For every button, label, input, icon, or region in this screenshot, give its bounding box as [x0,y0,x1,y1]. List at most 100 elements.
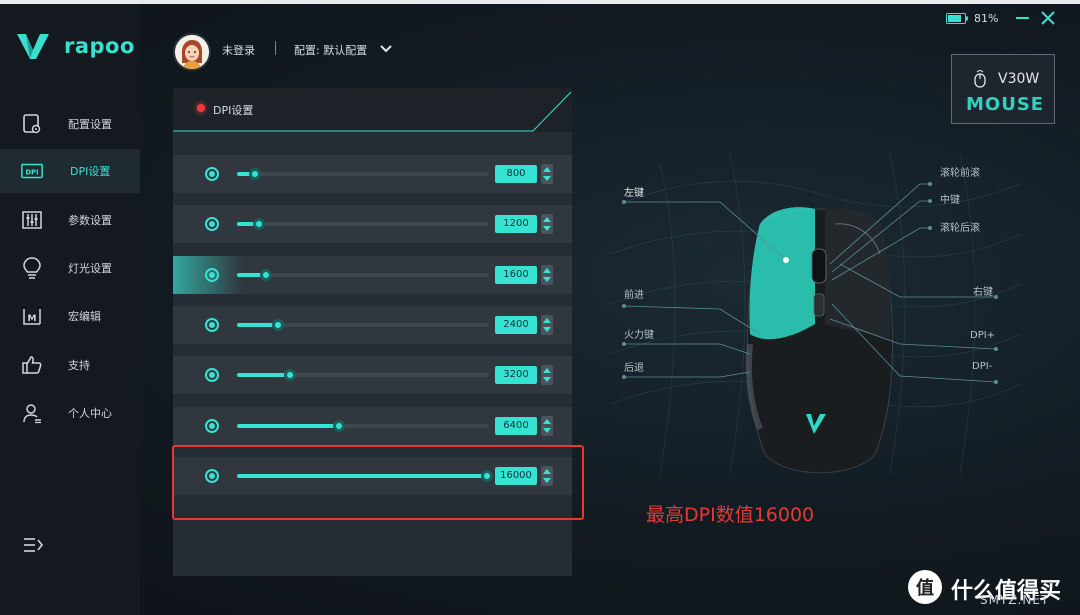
status-dot-icon [197,104,205,112]
sidebar-item-parameter-settings[interactable]: 参数设置 [0,198,140,242]
dpi-slider[interactable] [237,268,489,281]
avatar-face-icon [175,35,209,69]
highlight-box [172,445,584,520]
sidebar: rapoo 配置设置 DPI DPI设置 参数设置 灯光设置 M 宏编辑 支持 … [0,4,140,615]
sidebar-item-dpi-settings[interactable]: DPI DPI设置 [0,149,140,193]
annotation-text: 最高DPI数值16000 [646,504,815,526]
app-window: rapoo 配置设置 DPI DPI设置 参数设置 灯光设置 M 宏编辑 支持 … [0,4,1080,615]
dpi-stepper[interactable] [541,415,553,436]
dpi-slider[interactable] [237,318,489,331]
dpi-level-row[interactable]: 3200 [173,356,572,395]
dpi-slider[interactable] [237,168,489,180]
panel-title: DPI设置 [213,104,254,117]
dpi-value-input[interactable]: 6400 [495,416,537,435]
svg-text:值: 值 [916,577,934,599]
menu-icon[interactable] [22,534,44,556]
dpi-slider[interactable] [237,218,489,231]
chevron-down-icon[interactable] [380,44,392,54]
dpi-slider-handle[interactable] [333,419,346,432]
sidebar-item-macro-editor[interactable]: M 宏编辑 [0,294,140,338]
dpi-value-input[interactable]: 2400 [495,315,537,334]
sidebar-item-label: 配置设置 [68,118,112,131]
dpi-level-radio[interactable] [205,418,219,433]
dpi-slider-handle[interactable] [284,369,297,382]
dpi-stepper[interactable] [541,164,553,184]
sidebar-item-support[interactable]: 支持 [0,343,140,387]
dpi-stepper[interactable] [541,264,553,285]
dpi-slider-handle[interactable] [271,318,284,331]
dpi-slider-fill [237,423,336,428]
dpi-slider-handle[interactable] [259,268,272,281]
dpi-slider[interactable] [237,369,489,382]
callout-forward: 前进 [624,290,644,301]
thumbs-up-icon [20,353,44,377]
dpi-level-radio[interactable] [205,267,219,282]
battery-percentage: 81% [974,12,999,25]
dpi-stepper[interactable] [541,214,553,235]
sidebar-item-label: 灯光设置 [68,262,112,275]
callout-scroll-up: 滚轮前滚 [940,168,980,179]
callout-dpi-plus: DPI+ [970,330,996,341]
battery-icon [946,13,968,24]
callout-fire-key: 火力键 [624,330,654,341]
dpi-level-radio[interactable] [205,368,219,383]
sidebar-item-label: 个人中心 [68,407,112,420]
dpi-slider-handle[interactable] [249,168,261,180]
dpi-value-input[interactable]: 1200 [495,215,537,234]
dpi-level-row[interactable]: 1200 [173,205,572,244]
device-badge[interactable]: V30W MOUSE [951,54,1055,124]
login-status[interactable]: 未登录 [222,42,255,58]
dpi-slider-fill [237,373,287,378]
dpi-stepper[interactable] [541,365,553,386]
svg-text:DPI: DPI [25,169,38,177]
dpi-value-input[interactable]: 1600 [495,265,537,284]
device-type: MOUSE [966,94,1045,115]
watermark-subtext: SMYZ.NET [980,593,1050,607]
rapoo-v-logo-icon [17,34,49,59]
dpi-value-input[interactable]: 800 [495,165,537,183]
callout-left-button: 左键 [624,188,644,199]
sidebar-item-profile-settings[interactable]: 配置设置 [0,102,140,146]
dpi-slider-fill [237,322,274,327]
dpi-value-input[interactable]: 3200 [495,366,537,385]
minimize-button[interactable] [1016,17,1029,19]
svg-text:M: M [28,314,37,324]
wireless-mouse-icon [974,70,986,88]
dpi-slider-handle[interactable] [253,218,266,231]
avatar[interactable] [173,33,211,71]
dpi-level-row[interactable]: 800 [173,155,572,193]
callout-scroll-down: 滚轮后滚 [940,223,980,234]
macro-icon: M [20,304,44,328]
dpi-level-radio[interactable] [205,167,219,181]
dpi-slider[interactable] [237,419,489,432]
mouse-diagram [609,153,1021,475]
sidebar-item-user-center[interactable]: 个人中心 [0,391,140,435]
callout-right-button: 右键 [973,287,993,298]
callout-back: 后退 [624,363,644,374]
sidebar-item-label: DPI设置 [70,165,111,178]
dpi-level-row[interactable]: 2400 [173,305,572,344]
profile-selector-label[interactable]: 配置: 默认配置 [294,42,367,58]
header-divider [275,41,276,55]
user-icon [20,401,44,425]
sliders-icon [20,208,44,232]
brand-name: rapoo [64,34,135,58]
device-model: V30W [998,71,1040,87]
watermark-logo-icon: 值 [908,570,942,604]
sidebar-item-label: 宏编辑 [68,310,101,323]
profile-settings-icon [20,112,44,136]
dpi-level-radio[interactable] [205,317,219,332]
dpi-level-radio[interactable] [205,217,219,232]
sidebar-item-light-settings[interactable]: 灯光设置 [0,246,140,290]
dpi-level-row[interactable]: 6400 [173,406,572,445]
dpi-icon: DPI [20,159,44,183]
sidebar-item-label: 参数设置 [68,214,112,227]
panel-header: DPI设置 [173,88,572,132]
lightbulb-icon [20,256,44,280]
close-icon[interactable] [1040,10,1056,26]
dpi-slider-fill [237,272,262,277]
callout-middle-button: 中键 [940,195,960,206]
dpi-stepper[interactable] [541,314,553,335]
dpi-level-row[interactable]: 1600 [173,255,572,294]
callout-dpi-minus: DPI- [972,361,993,372]
